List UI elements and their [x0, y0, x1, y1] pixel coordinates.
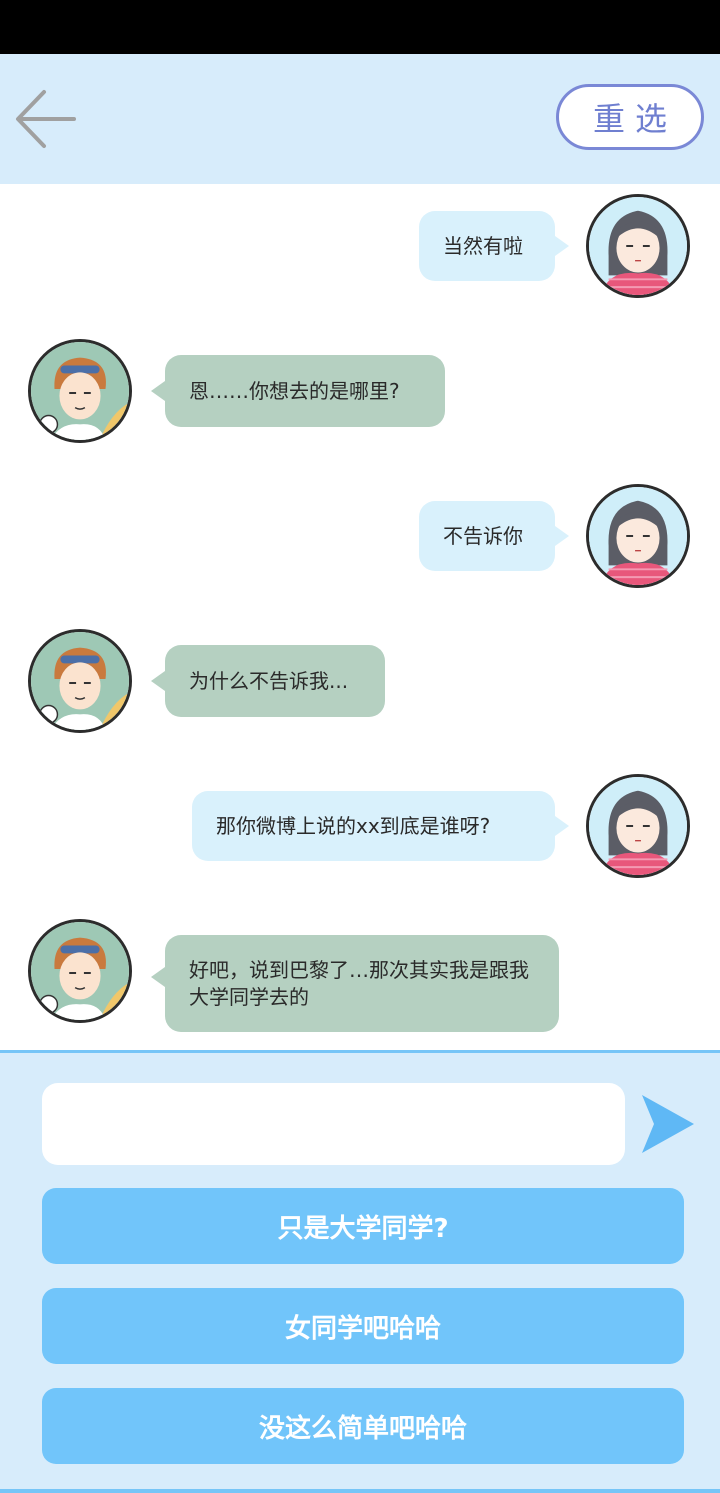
- bubble-tail: [151, 967, 165, 987]
- send-icon: [642, 1095, 694, 1153]
- message-input[interactable]: [42, 1083, 625, 1165]
- reply-option-label: 只是大学同学?: [277, 1213, 449, 1244]
- reply-panel: 只是大学同学? 女同学吧哈哈 没这么简单吧哈哈: [0, 1050, 720, 1493]
- bottom-border: [0, 1489, 720, 1493]
- reply-option-label: 女同学吧哈哈: [284, 1313, 441, 1344]
- chat-area: 当然有啦 恩……你想去的是哪里? 不告诉你 为什么不告诉我... 那你微博上说的…: [0, 184, 720, 1052]
- message-text: 不告诉你: [443, 523, 523, 548]
- bubble-tail: [555, 526, 569, 546]
- reply-option-2[interactable]: 女同学吧哈哈: [42, 1288, 684, 1364]
- message-text: 恩……你想去的是哪里?: [189, 378, 400, 403]
- reply-option-1[interactable]: 只是大学同学?: [42, 1188, 684, 1264]
- header: 重选: [0, 54, 720, 184]
- message-text: 那你微博上说的xx到底是谁呀?: [216, 813, 491, 838]
- avatar-boy: [28, 629, 132, 733]
- bubble-tail: [151, 381, 165, 401]
- avatar-boy: [28, 339, 132, 443]
- chat-bubble-other: 恩……你想去的是哪里?: [165, 355, 445, 427]
- chat-bubble-me: 当然有啦: [419, 211, 555, 281]
- chat-bubble-me: 不告诉你: [419, 501, 555, 571]
- back-button[interactable]: [12, 84, 82, 154]
- reselect-button[interactable]: 重选: [556, 84, 704, 150]
- avatar-boy: [28, 919, 132, 1023]
- bubble-tail: [151, 671, 165, 691]
- chat-bubble-other: 为什么不告诉我...: [165, 645, 385, 717]
- message-text: 当然有啦: [443, 233, 523, 258]
- chat-bubble-me: 那你微博上说的xx到底是谁呀?: [192, 791, 555, 861]
- bubble-tail: [555, 816, 569, 836]
- avatar-girl: [586, 484, 690, 588]
- message-text: 为什么不告诉我...: [189, 668, 349, 693]
- message-text: 好吧，说到巴黎了…那次其实我是跟我大学同学去的: [189, 957, 529, 1009]
- status-bar: [0, 0, 720, 54]
- bubble-tail: [555, 236, 569, 256]
- reply-option-label: 没这么简单吧哈哈: [258, 1413, 467, 1444]
- chat-bubble-other: 好吧，说到巴黎了…那次其实我是跟我大学同学去的: [165, 935, 559, 1032]
- arrow-left-icon: [16, 90, 76, 148]
- avatar-girl: [586, 774, 690, 878]
- avatar-girl: [586, 194, 690, 298]
- reply-option-3[interactable]: 没这么简单吧哈哈: [42, 1388, 684, 1464]
- send-button[interactable]: [640, 1093, 696, 1155]
